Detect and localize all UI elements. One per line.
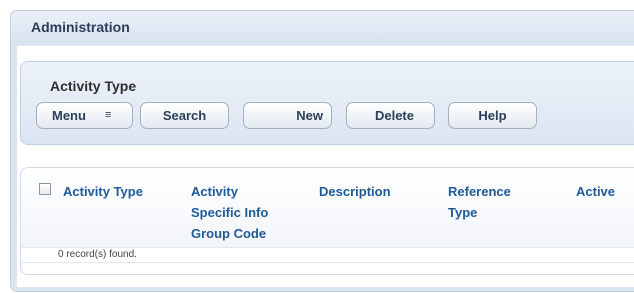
search-button[interactable]: Search [140,102,229,129]
column-reference-type[interactable]: Reference Type [448,181,511,223]
help-button-label: Help [478,108,507,123]
panel-title: Administration [31,19,130,35]
grid-divider [21,262,634,263]
results-grid: Activity Type Activity Specific Info Gro… [20,167,634,275]
new-button-label: New [296,108,323,123]
delete-button-label: Delete [374,108,414,123]
help-button[interactable]: Help [448,102,537,129]
column-active[interactable]: Active [576,181,615,202]
column-activity-type[interactable]: Activity Type [63,181,143,202]
menu-button-label: Menu [52,108,86,123]
panel-header: Administration [11,11,634,45]
column-activity-specific-info-group-code[interactable]: Activity Specific Info Group Code [191,181,268,244]
new-button[interactable]: New [243,102,332,129]
grid-divider [21,247,634,248]
form-title: Activity Type [50,78,137,94]
activity-type-form: Activity Type Menu ≡ Search New Delete H… [20,61,634,145]
column-description[interactable]: Description [319,181,391,202]
record-count-status: 0 record(s) found. [58,249,137,260]
grid-header: Activity Type Activity Specific Info Gro… [21,168,634,247]
search-button-label: Search [162,108,207,123]
delete-button[interactable]: Delete [346,102,435,129]
menu-dropdown-icon: ≡ [105,109,112,121]
menu-button[interactable]: Menu ≡ [36,102,133,129]
select-all-checkbox[interactable] [39,183,51,195]
